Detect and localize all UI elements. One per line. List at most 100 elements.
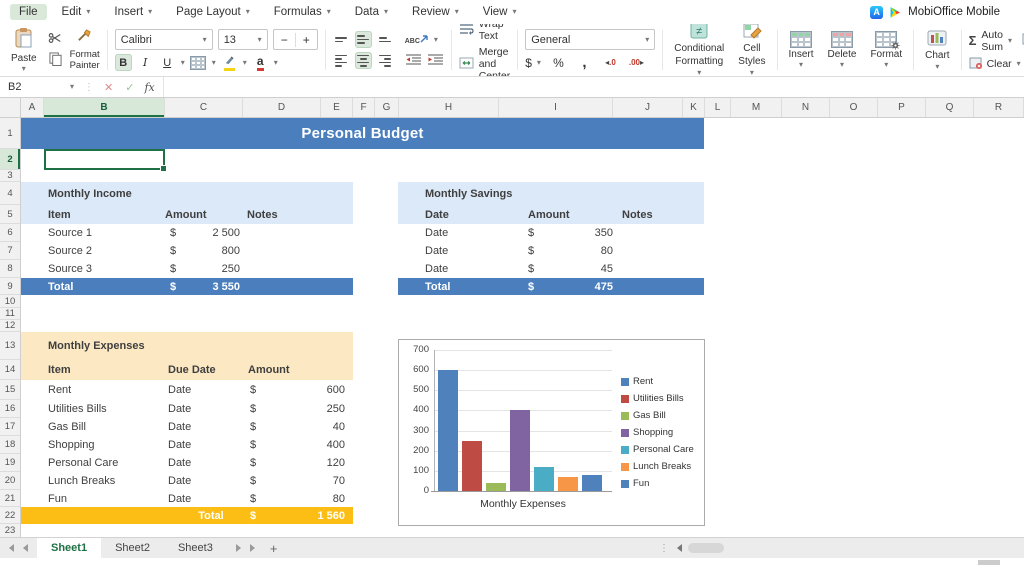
income-header-row[interactable]: ItemAmountNotes [21, 205, 353, 224]
splitter-handle-icon[interactable]: ⋮ [659, 543, 669, 554]
menu-file[interactable]: File [10, 4, 47, 20]
wrap-text-button[interactable]: Wrap Text [459, 24, 511, 42]
align-left-button[interactable] [333, 52, 350, 69]
store-badge[interactable]: A MobiOffice Mobile [870, 6, 1014, 19]
font-name-select[interactable]: Calibri ▾ [115, 29, 213, 50]
insert-chart-button[interactable]: Chart ▾ [921, 30, 953, 71]
comma-button[interactable]: , [576, 54, 593, 71]
format-painter-label[interactable]: Format Painter [70, 50, 100, 71]
insert-cells-button[interactable]: Insert ▾ [785, 31, 818, 70]
title-banner[interactable]: Personal Budget [21, 118, 704, 149]
column-header-M[interactable]: M [731, 98, 782, 117]
name-box[interactable]: B2 ▾ [0, 77, 80, 97]
row-header-4[interactable]: 4 [0, 182, 20, 205]
row-header-15[interactable]: 15 [0, 380, 20, 400]
align-top-button[interactable] [333, 31, 350, 48]
previous-sheet-icon[interactable] [23, 544, 28, 552]
savings-data-row[interactable]: Date$80 [398, 242, 704, 260]
align-center-button[interactable] [355, 52, 372, 69]
fill-handle[interactable] [160, 165, 167, 172]
expenses-title-row[interactable]: Monthly Expenses [21, 332, 353, 360]
bottom-scrollbar-thumb[interactable] [978, 560, 1000, 565]
expenses-data-row[interactable]: RentDate$600 [21, 380, 353, 400]
chart-bar-utilities-bills[interactable] [462, 441, 482, 491]
expenses-chart[interactable]: 0100200300400500600700RentUtilities Bill… [398, 339, 705, 526]
column-header-P[interactable]: P [878, 98, 926, 117]
menu-data[interactable]: Data▾ [346, 4, 397, 20]
income-total-row[interactable]: Total$3 550 [21, 278, 353, 295]
expenses-data-row[interactable]: ShoppingDate$400 [21, 436, 353, 454]
row-header-14[interactable]: 14 [0, 360, 20, 380]
font-size-select[interactable]: 13 ▾ [218, 29, 268, 50]
add-sheet-button[interactable]: + [264, 541, 284, 556]
savings-title-row[interactable]: Monthly Savings [398, 182, 704, 205]
row-header-12[interactable]: 12 [0, 320, 20, 332]
column-header-J[interactable]: J [613, 98, 683, 117]
delete-cells-button[interactable]: Delete ▾ [824, 31, 861, 70]
column-header-F[interactable]: F [353, 98, 375, 117]
row-header-23[interactable]: 23 [0, 524, 20, 537]
cell-styles-button[interactable]: Cell Styles ▾ [734, 24, 769, 77]
menu-view[interactable]: View▾ [474, 4, 526, 20]
increase-indent-button[interactable] [427, 52, 444, 69]
menu-formulas[interactable]: Formulas▾ [265, 4, 340, 20]
expenses-data-row[interactable]: FunDate$80 [21, 490, 353, 507]
column-header-L[interactable]: L [705, 98, 731, 117]
column-header-H[interactable]: H [399, 98, 499, 117]
column-header-K[interactable]: K [683, 98, 705, 117]
tab-sheet1[interactable]: Sheet1 [37, 538, 101, 558]
merge-center-button[interactable]: Merge and Center [459, 46, 511, 77]
chart-bar-personal-care[interactable] [534, 467, 554, 491]
row-header-5[interactable]: 5 [0, 205, 20, 224]
row-header-20[interactable]: 20 [0, 472, 20, 490]
chart-bar-fun[interactable] [582, 475, 602, 491]
fill-color-button[interactable] [221, 54, 238, 71]
row-header-17[interactable]: 17 [0, 418, 20, 436]
row-header-3[interactable]: 3 [0, 170, 20, 182]
decrease-indent-button[interactable] [405, 52, 422, 69]
font-size-stepper[interactable]: − + [273, 29, 318, 50]
format-painter-button[interactable] [76, 29, 93, 46]
confirm-entry-button[interactable]: ✓ [119, 81, 140, 94]
income-data-row[interactable]: Source 1$2 500 [21, 224, 353, 242]
row-header-2[interactable]: 2 [0, 149, 20, 170]
increase-font-button[interactable]: + [296, 33, 317, 47]
row-header-6[interactable]: 6 [0, 224, 20, 242]
chart-bar-lunch-breaks[interactable] [558, 477, 578, 491]
chart-bar-gas-bill[interactable] [486, 483, 506, 491]
menu-review[interactable]: Review▾ [403, 4, 468, 20]
conditional-formatting-button[interactable]: ≠ Conditional Formatting ▾ [670, 24, 728, 77]
row-header-18[interactable]: 18 [0, 436, 20, 454]
align-bottom-button[interactable] [377, 31, 394, 48]
menu-insert[interactable]: Insert▾ [105, 4, 161, 20]
column-header-C[interactable]: C [165, 98, 243, 117]
spell-check-button[interactable]: ABC ▾ [405, 35, 438, 45]
column-header-G[interactable]: G [375, 98, 399, 117]
bold-button[interactable]: B [115, 54, 132, 71]
row-header-13[interactable]: 13 [0, 332, 20, 360]
row-header-9[interactable]: 9 [0, 278, 20, 295]
font-color-button[interactable]: a [252, 54, 269, 71]
savings-data-row[interactable]: Date$45 [398, 260, 704, 278]
expenses-data-row[interactable]: Utilities BillsDate$250 [21, 400, 353, 418]
number-format-select[interactable]: General ▾ [525, 29, 655, 50]
italic-button[interactable]: I [137, 54, 154, 71]
column-header-N[interactable]: N [782, 98, 830, 117]
expenses-data-row[interactable]: Personal CareDate$120 [21, 454, 353, 472]
select-all-corner[interactable] [0, 98, 21, 118]
income-title-row[interactable]: Monthly Income [21, 182, 353, 205]
row-header-22[interactable]: 22 [0, 507, 20, 524]
formula-input[interactable] [163, 77, 1024, 97]
align-right-button[interactable] [377, 52, 394, 69]
savings-total-row[interactable]: Total$475 [398, 278, 704, 295]
row-header-7[interactable]: 7 [0, 242, 20, 260]
borders-button[interactable] [190, 54, 207, 71]
tab-sheet3[interactable]: Sheet3 [164, 538, 227, 558]
format-cells-button[interactable]: Format ▾ [866, 31, 906, 70]
underline-button[interactable]: U [159, 54, 176, 71]
copy-button[interactable] [47, 52, 64, 69]
chart-bar-shopping[interactable] [510, 410, 530, 491]
expenses-data-row[interactable]: Gas BillDate$40 [21, 418, 353, 436]
increase-decimal-button[interactable]: ◂.0 [602, 54, 619, 71]
first-sheet-icon[interactable] [9, 544, 14, 552]
